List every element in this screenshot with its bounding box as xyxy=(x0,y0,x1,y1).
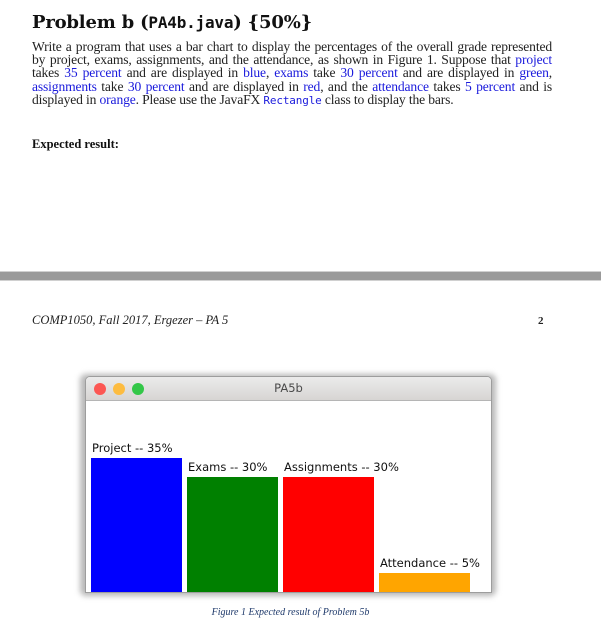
bar-label-attendance: Attendance -- 5% xyxy=(380,556,480,570)
figure-caption-text: Figure 1 Expected result of Problem 5b xyxy=(211,607,370,618)
problem-heading: Problem b (PA4b.java) {50%} xyxy=(32,12,312,33)
text-run: and is xyxy=(515,78,553,94)
window-titlebar[interactable]: PA5b xyxy=(86,377,491,401)
expected-result-label: Expected result: xyxy=(32,137,119,151)
highlighted-term: orange xyxy=(99,91,136,107)
page-top: Problem b (PA4b.java) {50%} Write a prog… xyxy=(0,0,601,272)
heading-prefix: Problem b ( xyxy=(32,12,149,33)
text-run: class to display the bars. xyxy=(321,91,454,107)
bar-label-assignments: Assignments -- 30% xyxy=(284,460,399,474)
highlighted-term: 5 percent xyxy=(465,78,516,94)
heading-filename: PA4b.java xyxy=(148,13,234,32)
page-footer: COMP1050, Fall 2017, Ergezer – PA 5 xyxy=(32,313,229,327)
bar-label-project: Project -- 35% xyxy=(92,441,173,455)
bar-chart: Project -- 35% Exams -- 30% Assignments --… xyxy=(86,401,491,592)
figure-caption: Figure 1 Expected result of Problem 5b xyxy=(0,607,601,618)
heading-suffix: ) {50%} xyxy=(233,12,312,33)
bar-attendance xyxy=(379,573,470,592)
page-separator xyxy=(0,271,601,281)
problem-description: Write a program that uses a bar chart to… xyxy=(32,40,552,107)
bar-label-exams: Exams -- 30% xyxy=(188,460,268,474)
window-title: PA5b xyxy=(274,381,303,395)
app-window: PA5b Project -- 35% Exams -- 30% Assignmen… xyxy=(85,376,492,593)
paragraph-line: displayed in orange. Please use the Java… xyxy=(32,93,552,107)
inline-code: Rectangle xyxy=(263,93,322,107)
bar-exams xyxy=(187,477,278,592)
bar-assignments xyxy=(283,477,374,592)
text-run: . Please use the JavaFX xyxy=(135,91,264,107)
text-run: displayed in xyxy=(32,91,100,107)
page-number: 2 xyxy=(538,315,544,327)
highlighted-term: red xyxy=(303,78,321,94)
page-separator-band xyxy=(0,272,601,280)
bar-project xyxy=(91,458,182,592)
